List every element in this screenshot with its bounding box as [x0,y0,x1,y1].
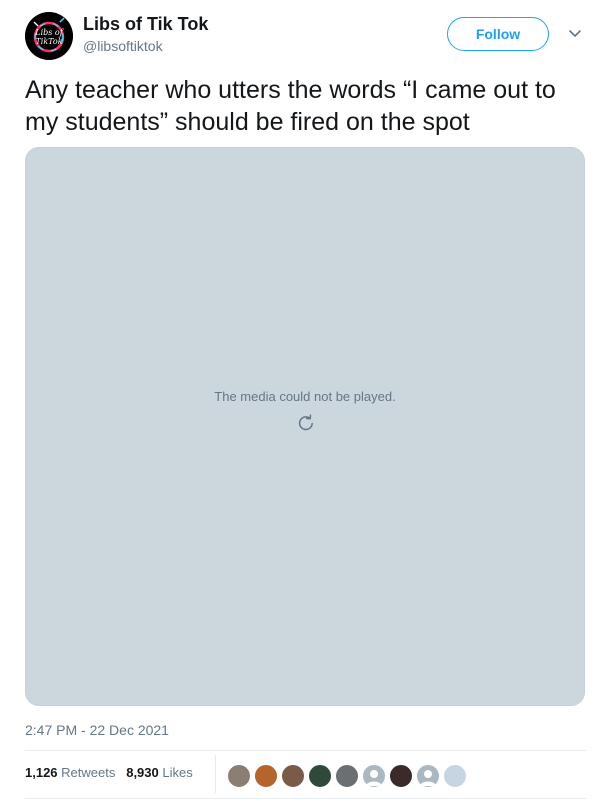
liker-avatar-9-icon[interactable] [442,763,468,789]
author-handle[interactable]: @libsoftiktok [83,38,163,54]
author-display-name[interactable]: Libs of Tik Tok [83,14,208,35]
liker-avatar-3-icon[interactable] [280,763,306,789]
liker-avatar-4-icon[interactable] [307,763,333,789]
likes-label: Likes [162,765,193,780]
tweet-stats: 1,126 Retweets 8,930 Likes [25,765,193,780]
likes-stat[interactable]: 8,930 Likes [126,765,193,780]
likes-count: 8,930 [126,765,159,780]
tweet-timestamp[interactable]: 2:47 PM - 22 Dec 2021 [25,722,169,738]
follow-button[interactable]: Follow [447,17,549,51]
liker-avatar-7-icon[interactable] [388,763,414,789]
divider [25,798,586,799]
retweets-label: Retweets [61,765,116,780]
avatar-text-line1: Libs of [34,28,64,37]
tweet-text: Any teacher who utters the words “I came… [25,76,556,136]
retry-icon[interactable] [296,413,316,433]
liker-avatar-1-icon[interactable] [226,763,252,789]
liker-avatar-5-icon[interactable] [334,763,360,789]
liker-avatar-default-icon[interactable] [361,763,387,789]
media-player[interactable]: The media could not be played. [25,147,585,706]
divider [25,750,586,751]
media-error-message: The media could not be played. [214,389,396,404]
liker-avatar-2-icon[interactable] [253,763,279,789]
stats-separator [215,755,216,793]
chevron-down-icon[interactable] [567,28,583,40]
avatar-text-line2: TikTok [35,37,62,46]
liker-avatar-default-icon[interactable] [415,763,441,789]
retweets-stat[interactable]: 1,126 Retweets [25,765,115,780]
libs-of-tiktok-logo-icon: Libs of TikTok [25,12,73,60]
retweets-count: 1,126 [25,765,58,780]
author-avatar[interactable]: Libs of TikTok [25,12,73,60]
